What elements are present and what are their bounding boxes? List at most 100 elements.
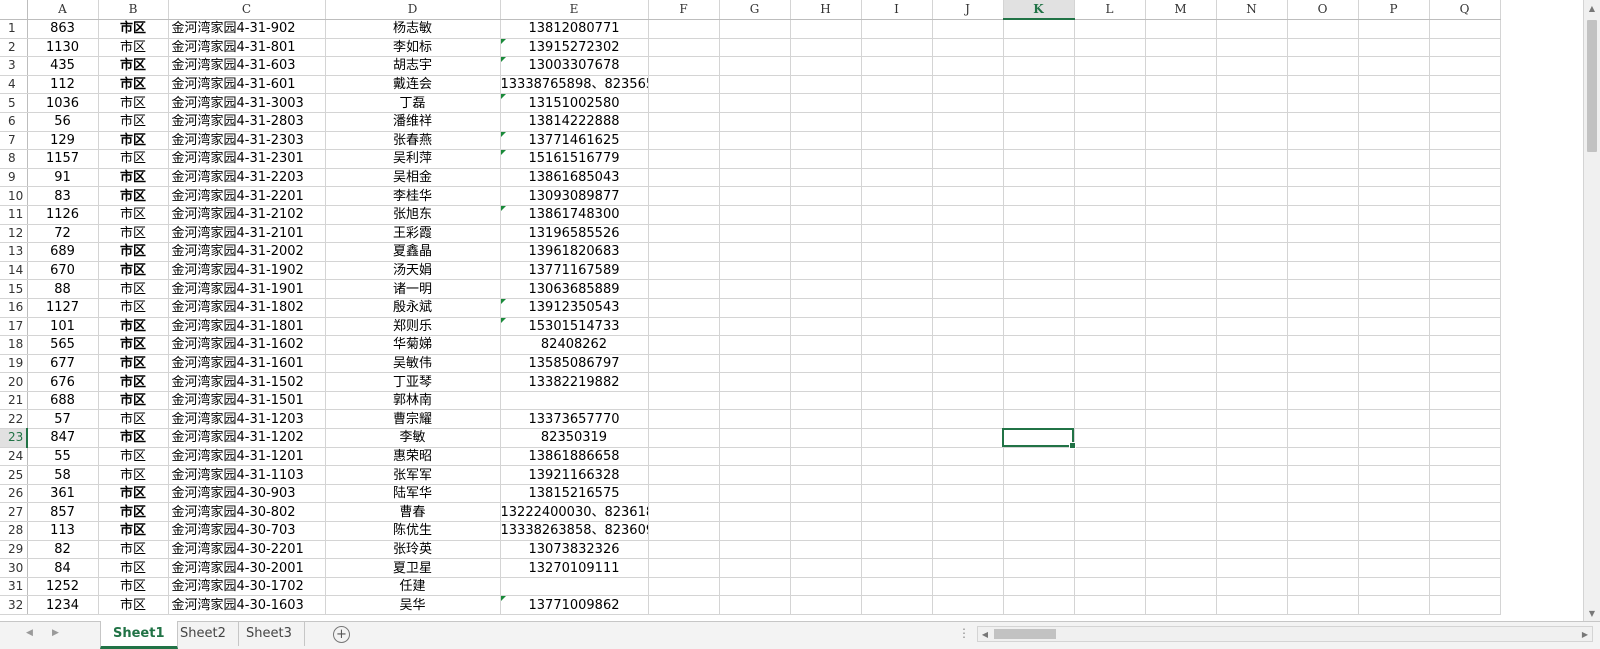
cell-m[interactable] [1145, 409, 1217, 430]
column-header-d[interactable]: D [325, 0, 501, 20]
cell-l[interactable] [1074, 409, 1146, 430]
cell-k[interactable] [1003, 428, 1075, 448]
cell-m[interactable] [1145, 354, 1217, 374]
cell-d[interactable]: 李敏 [325, 428, 501, 448]
cell-k[interactable] [1003, 447, 1075, 467]
cell-m[interactable] [1145, 521, 1217, 541]
cell-g[interactable] [719, 205, 791, 225]
cell-h[interactable] [790, 577, 862, 597]
cell-f[interactable] [648, 279, 720, 299]
horizontal-scroll-thumb[interactable] [994, 629, 1056, 639]
cell-p[interactable] [1358, 502, 1430, 523]
cell-o[interactable] [1287, 540, 1359, 560]
cell-b[interactable]: 市区 [98, 149, 169, 169]
cell-m[interactable] [1145, 502, 1217, 523]
cell-o[interactable] [1287, 242, 1359, 262]
cell-e[interactable]: 13921166328 [500, 465, 649, 485]
cell-q[interactable] [1429, 279, 1501, 299]
cell-g[interactable] [719, 19, 791, 39]
cell-l[interactable] [1074, 502, 1146, 523]
cell-b[interactable]: 市区 [98, 540, 169, 560]
cell-d[interactable]: 郑则乐 [325, 317, 501, 337]
cell-n[interactable] [1216, 335, 1288, 355]
cell-j[interactable] [932, 242, 1004, 262]
cell-m[interactable] [1145, 19, 1217, 39]
cell-k[interactable] [1003, 372, 1075, 392]
cell-e[interactable]: 13373657770 [500, 409, 649, 430]
row-header[interactable]: 16 [0, 298, 28, 318]
cell-f[interactable] [648, 168, 720, 188]
cell-k[interactable] [1003, 502, 1075, 523]
cell-g[interactable] [719, 409, 791, 430]
cell-b[interactable]: 市区 [98, 224, 169, 244]
cell-o[interactable] [1287, 595, 1359, 615]
cell-o[interactable] [1287, 335, 1359, 355]
row-header[interactable]: 8 [0, 149, 28, 169]
cell-l[interactable] [1074, 465, 1146, 485]
cell-a[interactable]: 129 [27, 131, 99, 151]
cell-d[interactable]: 汤天娟 [325, 261, 501, 281]
column-header-e[interactable]: E [500, 0, 649, 20]
cell-q[interactable] [1429, 168, 1501, 188]
cell-h[interactable] [790, 112, 862, 132]
cell-q[interactable] [1429, 354, 1501, 374]
cell-d[interactable]: 杨志敏 [325, 19, 501, 39]
cell-m[interactable] [1145, 93, 1217, 113]
cell-g[interactable] [719, 577, 791, 597]
cell-m[interactable] [1145, 242, 1217, 262]
cell-e[interactable]: 13861886658 [500, 447, 649, 467]
cell-h[interactable] [790, 428, 862, 448]
cell-o[interactable] [1287, 186, 1359, 206]
cell-m[interactable] [1145, 298, 1217, 318]
cell-n[interactable] [1216, 75, 1288, 95]
cell-p[interactable] [1358, 186, 1430, 206]
cell-j[interactable] [932, 168, 1004, 188]
cell-c[interactable]: 金河湾家园4-31-2303 [168, 131, 326, 151]
cell-p[interactable] [1358, 465, 1430, 485]
cell-d[interactable]: 丁磊 [325, 93, 501, 113]
cell-b[interactable]: 市区 [98, 279, 169, 299]
cell-h[interactable] [790, 465, 862, 485]
cell-f[interactable] [648, 56, 720, 76]
cell-a[interactable]: 72 [27, 224, 99, 244]
cell-h[interactable] [790, 502, 862, 523]
cell-g[interactable] [719, 298, 791, 318]
cell-h[interactable] [790, 242, 862, 262]
cell-h[interactable] [790, 372, 862, 392]
cell-d[interactable]: 任建 [325, 577, 501, 597]
cell-o[interactable] [1287, 317, 1359, 337]
row-header[interactable]: 27 [0, 502, 28, 523]
cell-i[interactable] [861, 205, 933, 225]
cell-m[interactable] [1145, 391, 1217, 411]
cell-i[interactable] [861, 391, 933, 411]
column-header-c[interactable]: C [168, 0, 326, 20]
horizontal-scrollbar[interactable]: ◀ ▶ [977, 626, 1593, 642]
cell-j[interactable] [932, 75, 1004, 95]
cell-b[interactable]: 市区 [98, 465, 169, 485]
column-header-q[interactable]: Q [1429, 0, 1501, 20]
column-header-h[interactable]: H [790, 0, 862, 20]
cell-p[interactable] [1358, 112, 1430, 132]
cell-b[interactable]: 市区 [98, 56, 169, 76]
cell-a[interactable]: 82 [27, 540, 99, 560]
cell-e[interactable]: 13196585526 [500, 224, 649, 244]
cell-l[interactable] [1074, 205, 1146, 225]
cell-g[interactable] [719, 261, 791, 281]
cell-l[interactable] [1074, 38, 1146, 58]
cell-h[interactable] [790, 224, 862, 244]
cell-o[interactable] [1287, 261, 1359, 281]
cell-k[interactable] [1003, 577, 1075, 597]
cell-i[interactable] [861, 521, 933, 541]
cell-h[interactable] [790, 354, 862, 374]
cell-q[interactable] [1429, 261, 1501, 281]
cell-p[interactable] [1358, 261, 1430, 281]
cell-d[interactable]: 殷永斌 [325, 298, 501, 318]
cell-d[interactable]: 曹春 [325, 502, 501, 523]
cell-j[interactable] [932, 595, 1004, 615]
cell-h[interactable] [790, 595, 862, 615]
cell-q[interactable] [1429, 186, 1501, 206]
cell-c[interactable]: 金河湾家园4-30-1702 [168, 577, 326, 597]
cell-j[interactable] [932, 56, 1004, 76]
cell-d[interactable]: 郭林南 [325, 391, 501, 411]
cell-m[interactable] [1145, 75, 1217, 95]
